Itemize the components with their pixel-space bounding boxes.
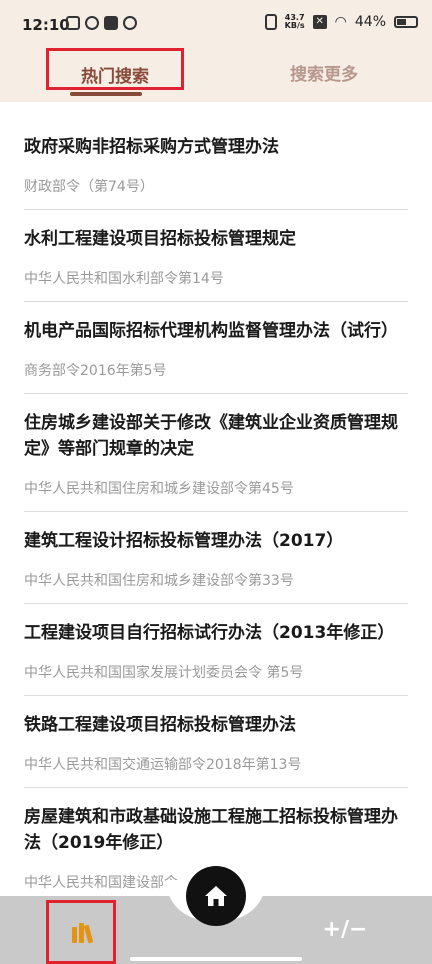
list-item[interactable]: 工程建设项目自行招标试行办法（2013年修正） 中华人民共和国国家发展计划委员会… — [24, 604, 408, 696]
tab-header: 热门搜索 搜索更多 — [0, 48, 432, 102]
gesture-nav-pill[interactable] — [130, 957, 302, 961]
system-icons: 43.7 KB/s ✕ ◠ 44% — [264, 14, 418, 30]
sim-off-icon: ✕ — [312, 15, 327, 29]
item-title: 房屋建筑和市政基础设施工程施工招标投标管理办法（2019年修正） — [24, 807, 398, 853]
item-title: 铁路工程建设项目招标投标管理办法 — [24, 715, 296, 735]
notification-alert-icon — [123, 16, 137, 30]
notification-tiktok-icon — [104, 16, 118, 30]
item-source: 中华人民共和国住房和城乡建设部令第33号 — [24, 573, 294, 589]
list-item[interactable]: 铁路工程建设项目招标投标管理办法 中华人民共和国交通运输部令2018年第13号 — [24, 696, 408, 788]
item-title: 工程建设项目自行招标试行办法（2013年修正） — [24, 623, 395, 643]
net-speed-unit: KB/s — [284, 21, 305, 30]
regulation-list: 政府采购非招标采购方式管理办法 财政部令（第74号） 水利工程建设项目招标投标管… — [24, 102, 408, 905]
notification-link-icon — [85, 16, 99, 30]
item-source: 中华人民共和国水利部令第14号 — [24, 271, 224, 287]
tab-hot-search[interactable]: 热门搜索 — [46, 48, 184, 90]
item-source: 财政部令（第74号） — [24, 179, 154, 195]
list-item[interactable]: 住房城乡建设部关于修改《建筑业企业资质管理规定》等部门规章的决定 中华人民共和国… — [24, 394, 408, 512]
active-tab-indicator — [70, 92, 142, 96]
calculator-tab-button[interactable]: +∕− — [323, 914, 368, 944]
library-tab-button[interactable] — [46, 900, 116, 964]
battery-icon — [394, 16, 418, 28]
list-item[interactable]: 政府采购非招标采购方式管理办法 财政部令（第74号） — [24, 102, 408, 210]
item-title: 建筑工程设计招标投标管理办法（2017） — [24, 531, 344, 551]
item-title: 水利工程建设项目招标投标管理规定 — [24, 229, 296, 249]
battery-percent: 44% — [354, 14, 386, 30]
list-item[interactable]: 建筑工程设计招标投标管理办法（2017） 中华人民共和国住房和城乡建设部令第33… — [24, 512, 408, 604]
wifi-icon: ◠ — [334, 14, 347, 30]
home-icon — [205, 886, 227, 906]
notification-icons — [66, 16, 137, 30]
status-bar: 12:10 43.7 KB/s ✕ ◠ 44% — [0, 0, 432, 48]
net-speed: 43.7 KB/s — [285, 14, 305, 30]
list-item[interactable]: 水利工程建设项目招标投标管理规定 中华人民共和国水利部令第14号 — [24, 210, 408, 302]
plus-minus-icon: +∕− — [322, 916, 368, 942]
item-title: 住房城乡建设部关于修改《建筑业企业资质管理规定》等部门规章的决定 — [24, 413, 398, 459]
notification-app-icon — [66, 16, 80, 30]
item-title: 政府采购非招标采购方式管理办法 — [24, 137, 279, 157]
tab-search-more[interactable]: 搜索更多 — [290, 60, 358, 85]
item-source: 商务部令2016年第5号 — [24, 363, 167, 379]
item-source: 中华人民共和国住房和城乡建设部令第45号 — [24, 481, 294, 497]
home-button[interactable] — [186, 866, 246, 926]
item-source: 中华人民共和国交通运输部令2018年第13号 — [24, 757, 302, 773]
books-icon — [71, 921, 93, 944]
vibrate-icon — [264, 14, 277, 30]
status-time: 12:10 — [22, 16, 70, 34]
list-item[interactable]: 机电产品国际招标代理机构监督管理办法（试行） 商务部令2016年第5号 — [24, 302, 408, 394]
item-title: 机电产品国际招标代理机构监督管理办法（试行） — [24, 321, 398, 341]
item-source: 中华人民共和国国家发展计划委员会令 第5号 — [24, 665, 304, 681]
